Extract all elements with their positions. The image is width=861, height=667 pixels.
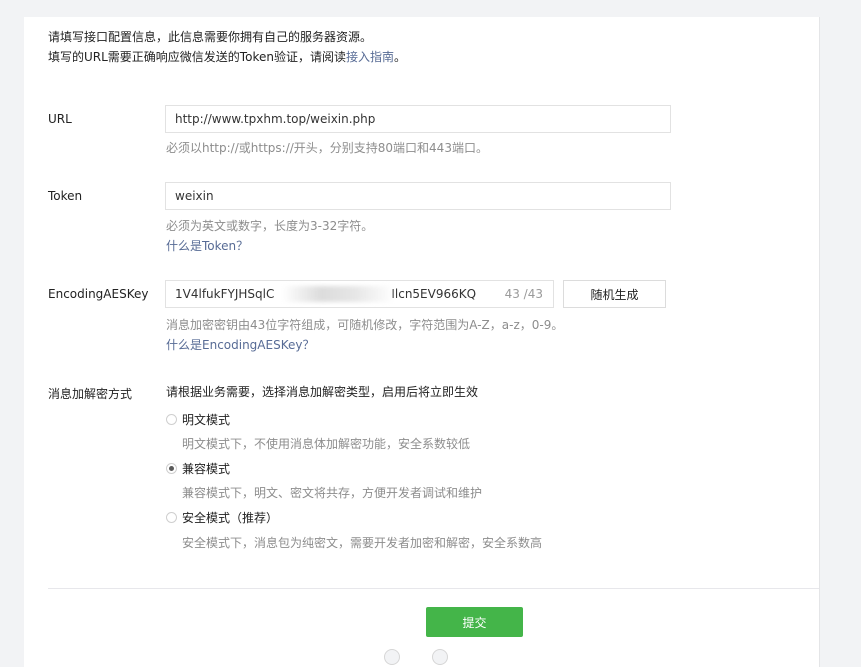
intro-line-2: 填写的URL需要正确响应微信发送的Token验证，请阅读接入指南。 bbox=[48, 47, 406, 67]
token-hint-text: 必须为英文或数字，长度为3-32字符。 bbox=[166, 219, 374, 233]
url-input[interactable] bbox=[165, 105, 671, 133]
url-hint: 必须以http://或https://开头，分别支持80端口和443端口。 bbox=[166, 141, 488, 155]
radio-circle-compatible[interactable] bbox=[166, 463, 177, 474]
what-is-token-link[interactable]: 什么是Token？ bbox=[166, 236, 373, 256]
aes-key-end: Ilcn5EV966KQ bbox=[391, 287, 477, 301]
radio-plaintext-label: 明文模式 bbox=[182, 413, 231, 427]
plaintext-mode-desc: 明文模式下，不使用消息体加解密功能，安全系数较低 bbox=[182, 437, 471, 451]
token-hint: 必须为英文或数字，长度为3-32字符。 什么是Token？ bbox=[166, 216, 373, 256]
radio-plaintext-mode[interactable]: 明文模式 bbox=[166, 411, 230, 428]
compatible-mode-desc: 兼容模式下，明文、密文将共存，方便开发者调试和维护 bbox=[182, 486, 483, 500]
config-panel: 请填写接口配置信息，此信息需要你拥有自己的服务器资源。 填写的URL需要正确响应… bbox=[24, 17, 820, 667]
url-label: URL bbox=[48, 112, 72, 126]
access-guide-link[interactable]: 接入指南 bbox=[346, 50, 394, 64]
bottom-circle-left-icon bbox=[384, 649, 400, 665]
radio-compatible-label: 兼容模式 bbox=[182, 462, 231, 476]
aes-key-field[interactable]: 1V4lfukFYJHSqlC Ilcn5EV966KQ 43 /43 bbox=[165, 280, 554, 308]
encryption-label: 消息加解密方式 bbox=[48, 387, 133, 401]
token-input[interactable] bbox=[165, 182, 671, 210]
encryption-description: 请根据业务需要，选择消息加解密类型，启用后将立即生效 bbox=[166, 385, 479, 399]
aes-label: EncodingAESKey bbox=[48, 287, 149, 301]
radio-secure-label: 安全模式（推荐） bbox=[182, 511, 279, 525]
radio-circle-plaintext[interactable] bbox=[166, 414, 177, 425]
radio-compatible-mode[interactable]: 兼容模式 bbox=[166, 460, 230, 477]
form-divider bbox=[48, 588, 819, 589]
secure-mode-desc: 安全模式下，消息包为纯密文，需要开发者加密和解密，安全系数高 bbox=[182, 536, 543, 550]
intro-line-2-text: 填写的URL需要正确响应微信发送的Token验证，请阅读 bbox=[48, 50, 346, 64]
intro-line-2-suffix: 。 bbox=[393, 50, 406, 64]
aes-key-start: 1V4lfukFYJHSqlC bbox=[175, 287, 275, 301]
aes-key-redaction bbox=[282, 286, 394, 302]
intro-line-1: 请填写接口配置信息，此信息需要你拥有自己的服务器资源。 bbox=[48, 30, 373, 44]
token-label: Token bbox=[48, 189, 83, 203]
aes-key-counter: 43 /43 bbox=[504, 287, 543, 301]
radio-secure-mode[interactable]: 安全模式（推荐） bbox=[166, 509, 278, 526]
what-is-aes-link[interactable]: 什么是EncodingAESKey？ bbox=[166, 335, 563, 355]
intro-text: 请填写接口配置信息，此信息需要你拥有自己的服务器资源。 填写的URL需要正确响应… bbox=[48, 27, 406, 67]
aes-hint-text: 消息加密密钥由43位字符组成，可随机修改，字符范围为A-Z，a-z，0-9。 bbox=[166, 318, 564, 332]
radio-circle-secure[interactable] bbox=[166, 512, 177, 523]
submit-button[interactable]: 提交 bbox=[426, 607, 523, 637]
generate-random-button[interactable]: 随机生成 bbox=[563, 280, 666, 308]
bottom-circle-right-icon bbox=[432, 649, 448, 665]
aes-hint: 消息加密密钥由43位字符组成，可随机修改，字符范围为A-Z，a-z，0-9。 什… bbox=[166, 315, 563, 355]
